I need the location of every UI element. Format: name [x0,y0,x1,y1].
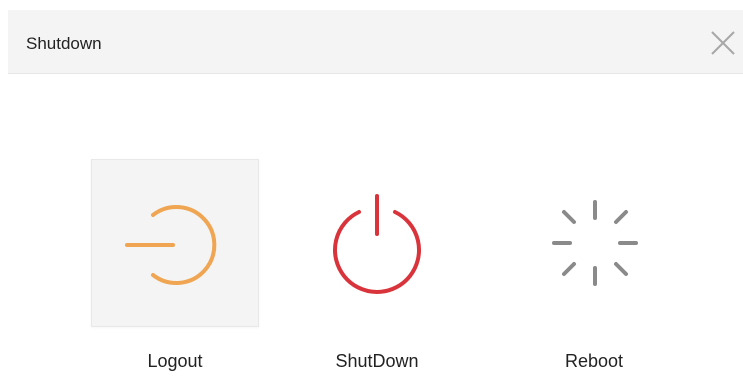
reboot-spinner-icon [552,200,638,286]
power-icon [333,194,421,294]
shutdown-dialog: Shutdown Logout ShutDown Reboot [0,0,743,376]
logout-label: Logout [147,351,203,371]
logout-icon [125,205,217,285]
shutdown-label: ShutDown [335,351,419,371]
shutdown-options: Logout ShutDown Reboot [0,0,743,376]
reboot-label: Reboot [564,351,624,371]
